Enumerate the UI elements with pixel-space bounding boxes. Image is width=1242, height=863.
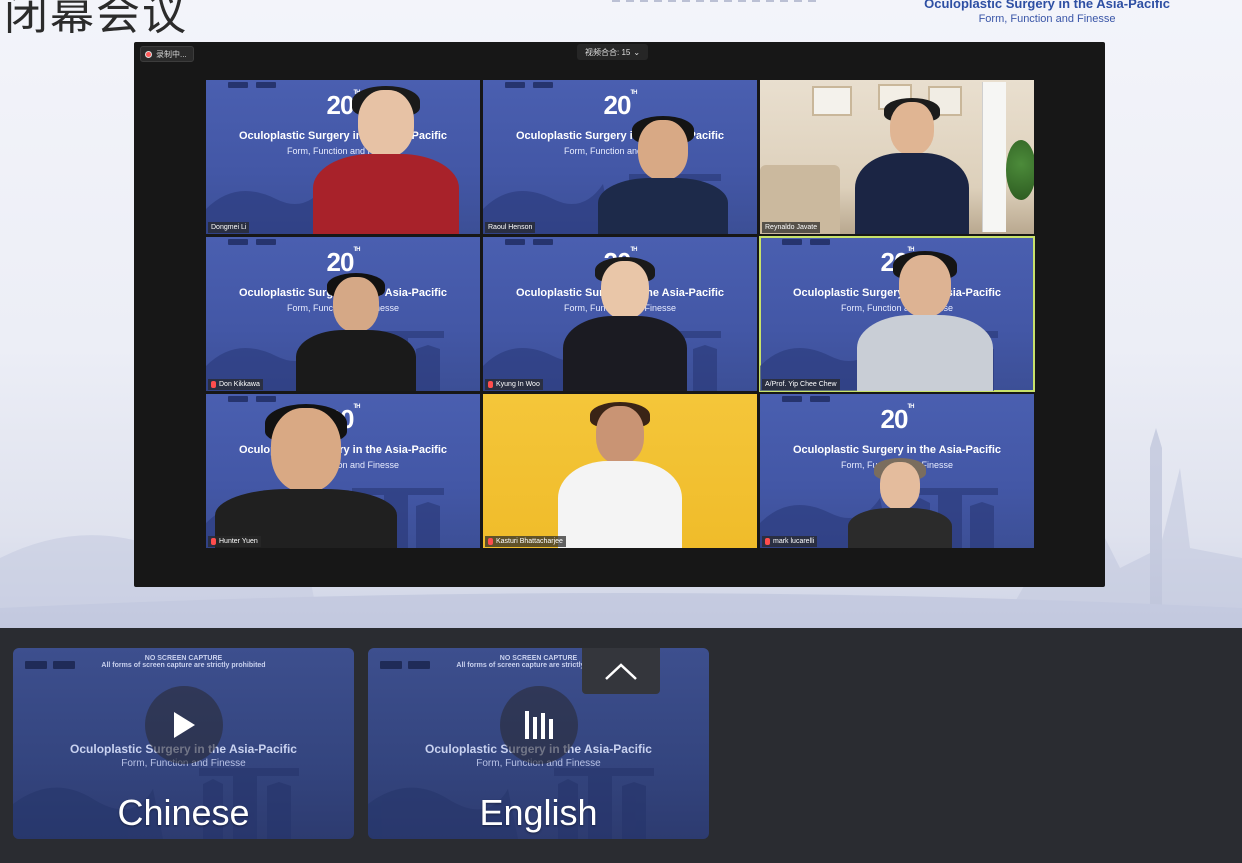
chevron-up-icon <box>605 663 637 680</box>
audio-language-label: English <box>479 792 598 833</box>
mic-muted-icon <box>488 381 493 388</box>
audio-playing-button[interactable] <box>499 686 578 764</box>
audio-playing-icon <box>524 711 553 739</box>
participant-name-tag: Kasturi Bhattacharjee <box>485 536 566 547</box>
participant-video <box>760 80 1034 234</box>
participant-name-tag: Hunter Yuen <box>208 536 261 547</box>
participant-tile[interactable]: Kasturi Bhattacharjee <box>483 394 757 548</box>
participant-tile[interactable]: Reynaldo Javate <box>760 80 1034 234</box>
participant-tile[interactable]: 20THOculoplastic Surgery in the Asia-Pac… <box>483 80 757 234</box>
mic-muted-icon <box>765 538 770 545</box>
participant-name: Hunter Yuen <box>219 538 258 545</box>
participant-name: Dongmei Li <box>211 224 247 231</box>
mic-muted-icon <box>211 538 216 545</box>
participant-name-tag: Reynaldo Javate <box>762 222 821 233</box>
participant-video <box>206 80 480 234</box>
audio-channel-panel: NO SCREEN CAPTURE All forms of screen ca… <box>0 628 1242 863</box>
participant-tile[interactable]: 20THOculoplastic Surgery in the Asia-Pac… <box>483 237 757 391</box>
participant-name-tag: Dongmei Li <box>208 222 250 233</box>
participant-grid: 20THOculoplastic Surgery in the Asia-Pac… <box>206 80 1035 548</box>
participant-tile[interactable]: 20THOculoplastic Surgery in the Asia-Pac… <box>759 236 1035 392</box>
recording-indicator[interactable]: 录制中... <box>140 46 194 62</box>
mic-muted-icon <box>211 381 216 388</box>
collapse-panel-button[interactable] <box>582 648 660 694</box>
participant-name: Don Kikkawa <box>219 381 260 388</box>
participant-name-tag: mark lucarelli <box>762 536 818 547</box>
audio-card-chinese[interactable]: NO SCREEN CAPTURE All forms of screen ca… <box>13 648 354 839</box>
participant-name: Reynaldo Javate <box>765 224 818 231</box>
play-button[interactable] <box>144 686 223 764</box>
participant-name: mark lucarelli <box>773 538 815 545</box>
slide-header-fragment <box>612 0 822 2</box>
participant-name-tag: Raoul Henson <box>485 222 536 233</box>
participant-name-tag: Kyung In Woo <box>485 379 543 390</box>
participant-name: A/Prof. Yip Chee Chew <box>765 381 837 388</box>
play-icon <box>173 712 195 738</box>
participant-name: Raoul Henson <box>488 224 533 231</box>
participant-tile[interactable]: 20THOculoplastic Surgery in the Asia-Pac… <box>206 394 480 548</box>
view-label: 视频合合: 15 <box>585 47 631 57</box>
audio-language-label: Chinese <box>117 792 250 833</box>
participant-video <box>206 237 480 391</box>
participant-video <box>483 394 757 548</box>
gallery-view-badge[interactable]: 视频合合: 15 ⌄ <box>577 44 649 60</box>
slide-title: 闭幕会议 <box>4 0 188 40</box>
participant-video <box>206 394 480 548</box>
participant-tile[interactable]: 20THOculoplastic Surgery in the Asia-Pac… <box>206 237 480 391</box>
app-root: 闭幕会议 Oculoplastic Surgery in the Asia-Pa… <box>0 0 1242 863</box>
recording-label: 录制中... <box>156 49 187 59</box>
participant-video <box>760 394 1034 548</box>
participant-video <box>483 237 757 391</box>
participant-name-tag: A/Prof. Yip Chee Chew <box>762 379 840 390</box>
slide-brand-subtitle: Form, Function and Finesse <box>978 13 1116 25</box>
participant-name-tag: Don Kikkawa <box>208 379 263 390</box>
chevron-down-icon: ⌄ <box>633 47 641 57</box>
participant-video <box>760 237 1034 391</box>
participant-tile[interactable]: 20THOculoplastic Surgery in the Asia-Pac… <box>206 80 480 234</box>
participant-name: Kasturi Bhattacharjee <box>496 538 563 545</box>
participant-video <box>483 80 757 234</box>
video-meeting-window: 录制中... 视频合合: 15 ⌄ 20THOculoplastic Surge… <box>134 42 1105 587</box>
slide-brand: Oculoplastic Surgery in the Asia-Pacific… <box>924 0 1170 25</box>
sponsor-logos <box>25 661 75 669</box>
sponsor-logos <box>380 661 430 669</box>
record-icon <box>145 50 152 58</box>
participant-name: Kyung In Woo <box>496 381 540 388</box>
slide-brand-title: Oculoplastic Surgery in the Asia-Pacific <box>924 0 1170 11</box>
mic-muted-icon <box>488 538 493 545</box>
participant-tile[interactable]: 20THOculoplastic Surgery in the Asia-Pac… <box>760 394 1034 548</box>
